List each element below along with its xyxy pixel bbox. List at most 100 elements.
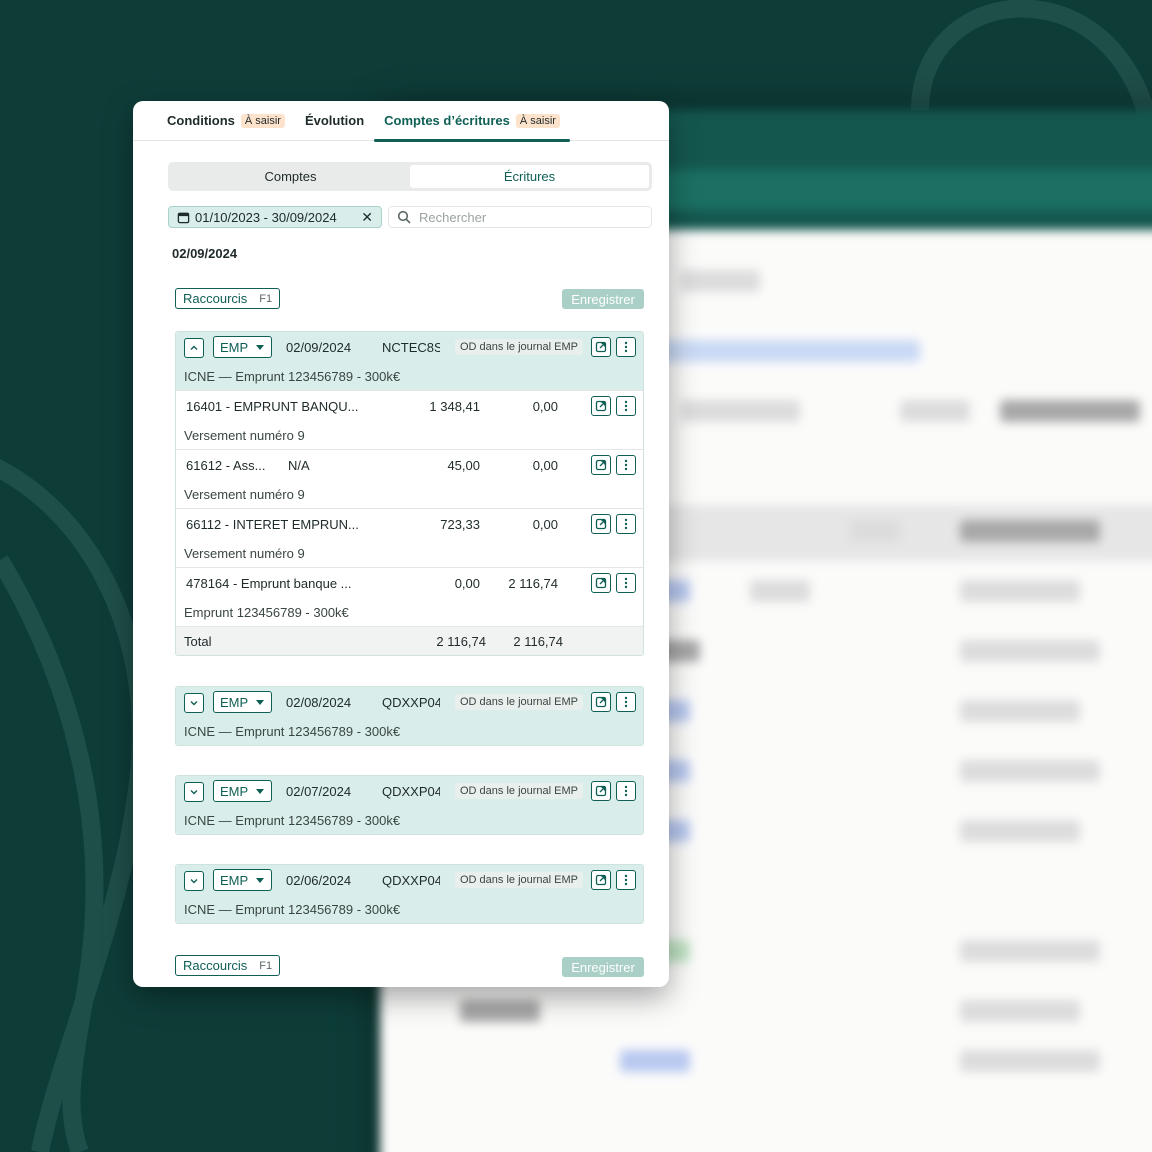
- open-external-button[interactable]: [591, 337, 611, 357]
- open-external-button[interactable]: [591, 870, 611, 890]
- more-options-button[interactable]: [616, 573, 636, 593]
- line-label[interactable]: Emprunt 123456789 - 300k€: [184, 605, 349, 620]
- segment-comptes[interactable]: Comptes: [171, 165, 410, 188]
- credit-amount[interactable]: 0,00: [533, 458, 558, 473]
- collapse-button[interactable]: [184, 338, 204, 358]
- caret-down-icon: [256, 345, 264, 350]
- caret-down-icon: [256, 789, 264, 794]
- view-toggle: Comptes Écritures: [168, 162, 652, 191]
- more-options-button[interactable]: [616, 337, 636, 357]
- kebab-menu-icon: [624, 577, 628, 589]
- save-button[interactable]: Enregistrer: [562, 289, 644, 309]
- journal-select[interactable]: EMP: [213, 691, 272, 713]
- more-options-button[interactable]: [616, 514, 636, 534]
- total-label: Total: [184, 634, 212, 649]
- credit-amount[interactable]: 0,00: [533, 399, 558, 414]
- account-name[interactable]: 61612 - Ass...: [186, 458, 281, 473]
- entry-card: EMP 02/08/2024 QDXXP04 OD dans le journa…: [175, 686, 644, 746]
- entry-date: 02/06/2024: [286, 873, 352, 888]
- account-name[interactable]: 16401 - EMPRUNT BANQU...: [186, 399, 361, 414]
- status-badge: À saisir: [515, 113, 560, 128]
- kebab-menu-icon: [624, 400, 628, 412]
- total-credit: 2 116,74: [513, 634, 563, 649]
- calendar-icon: [177, 212, 190, 223]
- credit-amount[interactable]: 2 116,74: [508, 576, 558, 591]
- entry-date: 02/07/2024: [286, 784, 352, 799]
- account-name[interactable]: 66112 - INTERET EMPRUN...: [186, 517, 361, 532]
- tab-label: Conditions: [167, 113, 235, 128]
- external-link-icon: [595, 785, 607, 797]
- search-box: [388, 206, 652, 228]
- external-link-icon: [595, 874, 607, 886]
- journal-value: EMP: [220, 872, 249, 888]
- shortcuts-button[interactable]: Raccourcis F1: [175, 288, 281, 309]
- open-external-button[interactable]: [591, 781, 611, 801]
- external-link-icon: [595, 696, 607, 708]
- entry-label: ICNE — Emprunt 123456789 - 300k€: [176, 717, 643, 745]
- caret-down-icon: [256, 700, 264, 705]
- journal-value: EMP: [220, 694, 249, 710]
- journal-tag: OD dans le journal EMP: [455, 694, 583, 710]
- more-options-button[interactable]: [616, 692, 636, 712]
- date-range-filter[interactable]: 01/10/2023 - 30/09/2024 ✕: [168, 206, 382, 228]
- segment-ecritures[interactable]: Écritures: [410, 165, 649, 188]
- open-external-button[interactable]: [591, 514, 611, 534]
- debit-amount[interactable]: 45,00: [447, 458, 480, 473]
- more-options-button[interactable]: [616, 396, 636, 416]
- kebab-menu-icon: [624, 874, 628, 886]
- journal-tag: OD dans le journal EMP: [455, 783, 583, 799]
- more-options-button[interactable]: [616, 870, 636, 890]
- entry-line: 66112 - INTERET EMPRUN... 723,33 0,00 Ve…: [176, 508, 643, 567]
- debit-amount[interactable]: 1 348,41: [429, 399, 480, 414]
- open-external-button[interactable]: [591, 455, 611, 475]
- line-label[interactable]: Versement numéro 9: [184, 487, 305, 502]
- entry-label: ICNE — Emprunt 123456789 - 300k€: [176, 362, 643, 390]
- entry-reference: QDXXP04: [382, 695, 440, 710]
- more-options-button[interactable]: [616, 455, 636, 475]
- external-link-icon: [595, 459, 607, 471]
- shortcuts-label: Raccourcis: [183, 958, 248, 973]
- shortcuts-button[interactable]: Raccourcis F1: [175, 955, 281, 976]
- entry-label: ICNE — Emprunt 123456789 - 300k€: [176, 895, 643, 923]
- open-external-button[interactable]: [591, 573, 611, 593]
- line-label[interactable]: Versement numéro 9: [184, 428, 305, 443]
- journal-tag: OD dans le journal EMP: [455, 339, 583, 355]
- shortcut-key: F1: [259, 292, 273, 305]
- entry-date: 02/09/2024: [286, 340, 352, 355]
- clear-icon[interactable]: ✕: [361, 209, 373, 226]
- tab-conditions[interactable]: Conditions À saisir: [157, 101, 295, 141]
- account-name[interactable]: 478164 - Emprunt banque ...: [186, 576, 361, 591]
- kebab-menu-icon: [624, 696, 628, 708]
- kebab-menu-icon: [624, 518, 628, 530]
- line-label[interactable]: Versement numéro 9: [184, 546, 305, 561]
- more-options-button[interactable]: [616, 781, 636, 801]
- page-date-title: 02/09/2024: [172, 246, 238, 261]
- entry-date: 02/08/2024: [286, 695, 352, 710]
- open-external-button[interactable]: [591, 692, 611, 712]
- journal-select[interactable]: EMP: [213, 780, 272, 802]
- credit-amount[interactable]: 0,00: [533, 517, 558, 532]
- search-input[interactable]: [419, 209, 619, 225]
- entry-header: EMP 02/08/2024 QDXXP04 OD dans le journa…: [176, 687, 643, 717]
- debit-amount[interactable]: 0,00: [455, 576, 480, 591]
- journal-select[interactable]: EMP: [213, 336, 272, 358]
- open-external-button[interactable]: [591, 396, 611, 416]
- save-button[interactable]: Enregistrer: [562, 957, 644, 977]
- kebab-menu-icon: [624, 341, 628, 353]
- tab-evolution[interactable]: Évolution: [295, 101, 374, 141]
- kebab-menu-icon: [624, 785, 628, 797]
- entries-panel: Conditions À saisir Évolution Comptes d’…: [133, 101, 669, 987]
- external-link-icon: [595, 518, 607, 530]
- entry-card: EMP 02/06/2024 QDXXP04 OD dans le journa…: [175, 864, 644, 924]
- tab-comptes-ecritures[interactable]: Comptes d’écritures À saisir: [374, 101, 570, 142]
- caret-down-icon: [256, 878, 264, 883]
- journal-select[interactable]: EMP: [213, 869, 272, 891]
- chevron-down-icon: [190, 879, 198, 884]
- debit-amount[interactable]: 723,33: [440, 517, 480, 532]
- expand-button[interactable]: [184, 871, 204, 891]
- analytic-value[interactable]: N/A: [288, 458, 310, 473]
- external-link-icon: [595, 341, 607, 353]
- expand-button[interactable]: [184, 782, 204, 802]
- entry-reference: QDXXP04: [382, 873, 440, 888]
- expand-button[interactable]: [184, 693, 204, 713]
